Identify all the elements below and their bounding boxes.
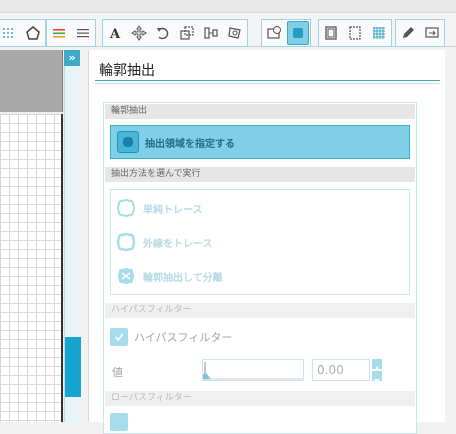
outer-trace-icon (116, 232, 136, 252)
svg-text:A: A (109, 27, 121, 41)
extract-separate-icon (118, 268, 134, 284)
highpass-value-field[interactable]: 0.00 (312, 359, 370, 381)
simple-trace-option[interactable]: 単純トレース (115, 196, 203, 220)
toolbar-group-2 (46, 19, 96, 47)
canvas-ruler-area (0, 50, 63, 112)
extract-and-separate-option[interactable]: 輪郭抽出して分離 (115, 264, 223, 288)
page-icon[interactable] (320, 21, 342, 45)
toolbar-group-1 (0, 19, 46, 47)
canvas-area[interactable] (0, 50, 64, 422)
extract-area-icon (117, 131, 139, 153)
grid-dots-icon[interactable] (0, 21, 20, 45)
lowpass-checkbox[interactable] (110, 413, 128, 431)
highpass-checkbox-label: ハイパスフィルター (134, 331, 233, 344)
simple-trace-icon (117, 199, 135, 217)
slider-track-icon (203, 362, 303, 380)
highpass-checkbox[interactable] (110, 328, 128, 346)
outer-line-trace-option[interactable]: 外線をトレース (115, 230, 213, 254)
toolbar-group-6 (395, 19, 445, 47)
clock-image-icon[interactable] (263, 21, 285, 45)
panel-content-box: 輪郭抽出 抽出領域を指定する 抽出方法を選んで実行 単純トレース 外線をトレース… (103, 102, 417, 434)
specify-extract-area-button[interactable]: 抽出領域を指定する (110, 125, 410, 159)
frame-icon[interactable] (344, 21, 366, 45)
toolbar-group-4 (261, 19, 311, 47)
panel-title: 輪郭抽出 (99, 63, 155, 79)
rotate-icon[interactable] (152, 21, 174, 45)
align-icon[interactable] (200, 21, 222, 45)
color-lines-icon[interactable] (48, 21, 70, 45)
section-header-highpass: ハイパスフィルター (105, 303, 415, 318)
checkmark-icon (114, 333, 124, 342)
toolbar-group-5 (318, 19, 392, 47)
highpass-value-slider[interactable] (202, 359, 304, 381)
export-icon[interactable] (421, 21, 443, 45)
specify-extract-area-label: 抽出領域を指定する (145, 138, 235, 150)
contour-panel: 輪郭抽出 輪郭抽出 抽出領域を指定する 抽出方法を選んで実行 単純トレース 外線… (88, 50, 445, 434)
text-icon[interactable]: A (104, 21, 126, 45)
decrement-arrow-icon[interactable] (372, 371, 382, 384)
canvas-grid[interactable] (0, 114, 63, 422)
value-label: 値 (112, 366, 123, 379)
extract-separate-label: 輪郭抽出して分離 (143, 272, 223, 284)
toolbar-group-3: A (102, 19, 248, 47)
grid-icon[interactable] (368, 21, 390, 45)
collapse-panel-chevron-icon[interactable]: » (64, 50, 80, 66)
vertical-scrollbar[interactable] (64, 50, 81, 422)
scrollbar-thumb[interactable] (65, 337, 81, 397)
value-stepper[interactable] (372, 359, 382, 384)
pen-icon[interactable] (397, 21, 419, 45)
pentagon-icon[interactable] (22, 21, 44, 45)
panel-divider (95, 80, 440, 81)
window-top-strip (0, 0, 456, 13)
highpass-checkbox-row[interactable]: ハイパスフィルター (110, 327, 232, 347)
section-header-lowpass: ローパスフィルター (105, 391, 415, 406)
distort-icon[interactable] (224, 21, 246, 45)
section-header-method: 抽出方法を選んで実行 (105, 167, 415, 182)
section-header-extract: 輪郭抽出 (105, 104, 415, 119)
contour-extract-icon[interactable] (287, 21, 309, 45)
increment-arrow-icon[interactable] (372, 359, 382, 371)
panel-divider-shadow (95, 83, 440, 84)
lines-icon[interactable] (72, 21, 94, 45)
move-icon[interactable] (128, 21, 150, 45)
toolbar: A (0, 0, 456, 47)
method-options-box: 単純トレース 外線をトレース 輪郭抽出して分離 (110, 189, 410, 295)
outer-trace-label: 外線をトレース (143, 238, 213, 250)
scale-icon[interactable] (176, 21, 198, 45)
simple-trace-label: 単純トレース (143, 204, 203, 216)
